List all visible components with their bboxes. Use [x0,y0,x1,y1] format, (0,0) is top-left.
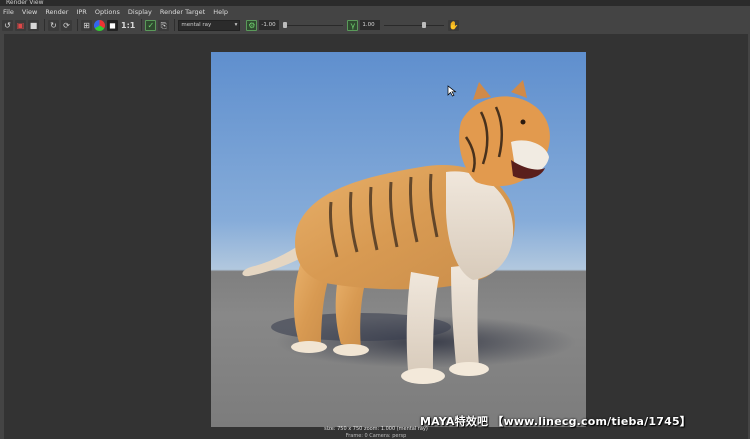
real-size-icon[interactable]: ⊞ [81,19,92,31]
pan-hand-icon[interactable]: ✋ [448,19,460,31]
exposure-handle[interactable] [283,22,288,28]
renderer-value: mental ray [181,22,212,28]
snapshot-icon[interactable]: ■ [28,19,39,31]
render-toolbar: ↺ ▣ ■ ↻ ⟳ ⊞ ◼ 1:1 ✓ ⎘ mental ray ▾ ⚙ -1.… [0,17,750,33]
alpha-icon[interactable]: ◼ [107,19,118,31]
tiger-render [242,80,576,384]
toolbar-separator [174,19,176,31]
menu-bar: File View Render IPR Options Display Ren… [0,6,750,17]
gamma-track [384,25,445,26]
menu-render-target[interactable]: Render Target [160,8,205,16]
gamma-field[interactable]: 1.00 [360,20,381,30]
render-viewport[interactable]: size: 750 x 750 zoom: 1.000 (mental ray)… [4,34,748,439]
menu-options[interactable]: Options [95,8,120,16]
menu-display[interactable]: Display [128,8,152,16]
watermark-text: MAYA特效吧 【www.linecg.com/tieba/1745】 [420,415,692,428]
render-image[interactable] [211,52,586,427]
mouse-cursor-icon [447,82,457,101]
exposure-slider[interactable] [283,20,344,30]
gamma-slider[interactable] [384,20,445,30]
chevron-down-icon: ▾ [234,22,238,28]
menu-file[interactable]: File [3,8,14,16]
render-region-icon[interactable]: ▣ [15,19,26,31]
toolbar-separator [77,19,78,31]
ipr-icon[interactable]: ↻ [48,19,59,31]
keep-image-icon[interactable]: ✓ [145,19,157,31]
toolbar-separator [141,19,143,31]
menu-render[interactable]: Render [45,8,68,16]
menu-ipr[interactable]: IPR [76,8,86,16]
render-frame-info: Frame: 0 Camera: persp [345,433,407,439]
toolbar-separator [44,19,45,31]
gamma-icon[interactable]: γ [347,19,359,31]
exposure-track [283,25,344,26]
renderer-select[interactable]: mental ray ▾ [178,19,241,31]
refresh-icon[interactable]: ⟳ [61,19,72,31]
gamma-handle[interactable] [422,22,427,28]
redo-previous-render-icon[interactable]: ↺ [2,19,13,31]
rgb-channels-icon[interactable] [94,19,105,31]
color-mgmt-icon[interactable]: ⚙ [246,19,258,31]
ratio-button[interactable]: 1:1 [120,20,136,31]
menu-view[interactable]: View [22,8,37,16]
menu-help[interactable]: Help [213,8,228,16]
exposure-field[interactable]: -1.00 [259,20,280,30]
remove-image-icon[interactable]: ⎘ [158,19,170,31]
